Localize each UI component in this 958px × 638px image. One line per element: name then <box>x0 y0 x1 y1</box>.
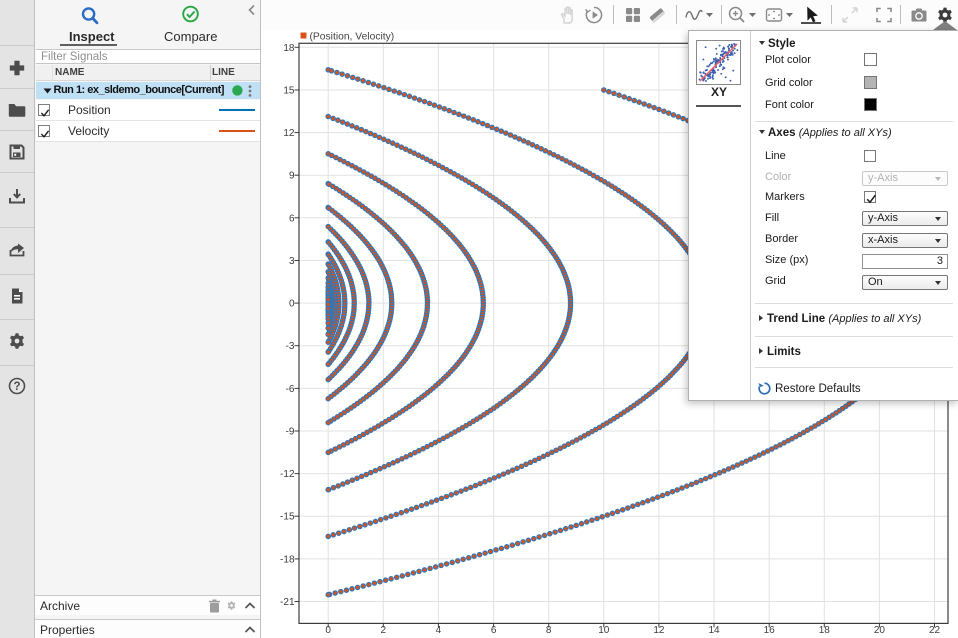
svg-text:2: 2 <box>381 625 387 636</box>
svg-text:10: 10 <box>598 625 610 636</box>
svg-text:4: 4 <box>436 625 442 636</box>
svg-text:14: 14 <box>708 625 720 636</box>
svg-text:-3: -3 <box>286 341 295 352</box>
svg-text:3: 3 <box>289 256 295 267</box>
svg-text:16: 16 <box>764 625 776 636</box>
svg-text:-18: -18 <box>280 554 295 565</box>
svg-text:6: 6 <box>289 213 295 224</box>
svg-text:8: 8 <box>546 625 552 636</box>
svg-text:-9: -9 <box>286 427 295 438</box>
svg-text:18: 18 <box>819 625 831 636</box>
svg-text:?: ? <box>13 381 20 393</box>
svg-text:15: 15 <box>283 86 295 97</box>
svg-text:-12: -12 <box>280 469 295 480</box>
svg-text:-15: -15 <box>280 512 295 523</box>
svg-text:-6: -6 <box>286 384 295 395</box>
svg-text:0: 0 <box>325 625 331 636</box>
svg-text:12: 12 <box>653 625 665 636</box>
svg-text:6: 6 <box>491 625 497 636</box>
svg-text:(Position, Velocity): (Position, Velocity) <box>310 31 395 42</box>
svg-text:22: 22 <box>929 625 941 636</box>
svg-text:12: 12 <box>283 128 295 139</box>
svg-text:0: 0 <box>289 299 295 310</box>
svg-text:20: 20 <box>874 625 886 636</box>
svg-text:18: 18 <box>283 43 295 54</box>
svg-text:9: 9 <box>289 171 295 182</box>
svg-text:-21: -21 <box>280 597 295 608</box>
